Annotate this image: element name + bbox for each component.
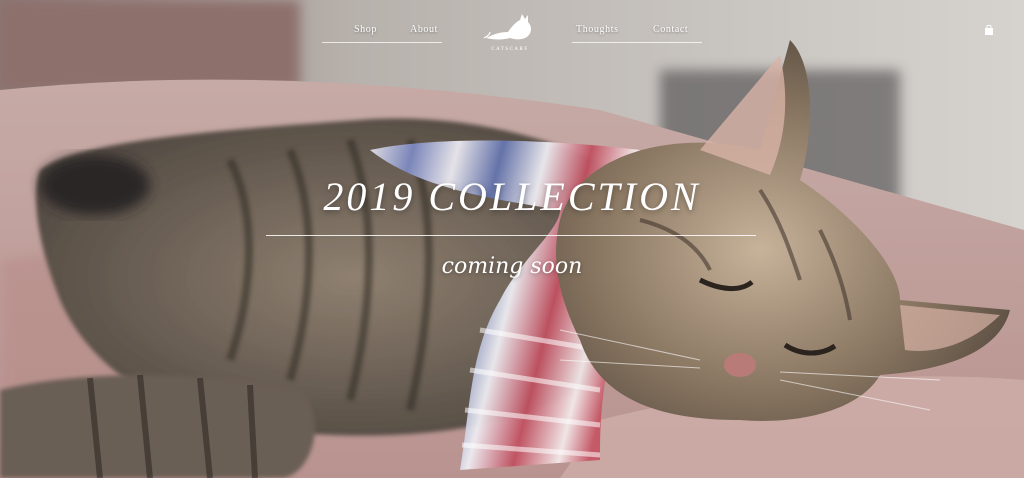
- site-logo[interactable]: CATSCARF: [480, 8, 540, 54]
- hero-section: Shop About CATSCARF Thoughts Contact 201…: [0, 0, 1024, 478]
- nav-right-divider: [572, 42, 702, 43]
- hero-image: [0, 0, 1024, 478]
- nav-shop[interactable]: Shop: [354, 24, 377, 35]
- nav-contact[interactable]: Contact: [653, 24, 688, 35]
- cat-logo-icon: [483, 14, 531, 40]
- shopping-bag-icon[interactable]: [984, 24, 994, 36]
- headline-divider: [266, 235, 756, 236]
- logo-wordmark: CATSCARF: [491, 47, 529, 52]
- nav-about[interactable]: About: [410, 24, 438, 35]
- hero-headline: 2019 COLLECTION: [323, 174, 701, 219]
- nav-thoughts[interactable]: Thoughts: [576, 24, 619, 35]
- nav-left-divider: [322, 42, 442, 43]
- hero-subline: coming soon: [441, 254, 583, 279]
- top-navigation: Shop About CATSCARF Thoughts Contact: [0, 0, 1024, 60]
